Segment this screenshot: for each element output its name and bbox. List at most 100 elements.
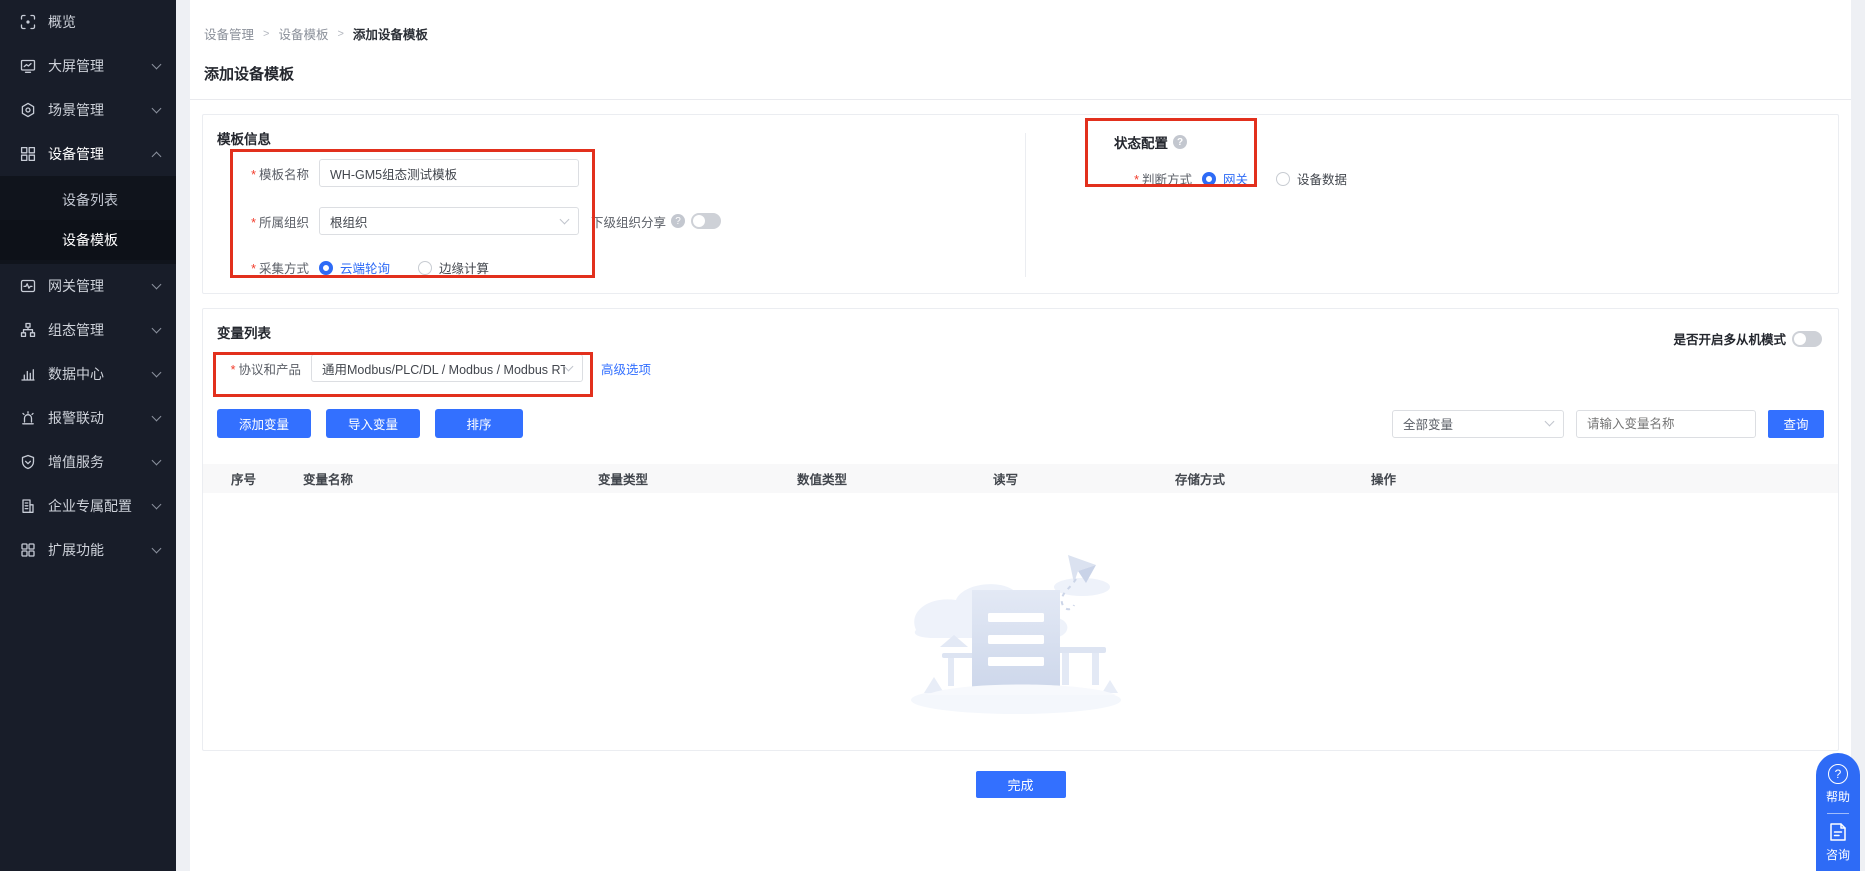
sidebar-item-scene[interactable]: 场景管理: [0, 88, 176, 132]
radio-cloud-polling[interactable]: [319, 261, 333, 275]
sidebar-item-configuration[interactable]: 组态管理: [0, 308, 176, 352]
judge-method-row: *判断方式 网关 设备数据: [1114, 169, 1838, 188]
organization-select[interactable]: 根组织: [319, 207, 579, 235]
sidebar-item-data-center[interactable]: 数据中心: [0, 352, 176, 396]
help-question-icon: ?: [1828, 764, 1848, 784]
alarm-icon: [20, 410, 36, 426]
chevron-down-icon: [152, 104, 162, 114]
column-header-read-write: 读写: [993, 469, 1175, 488]
sidebar-item-label: 网关管理: [48, 276, 153, 296]
help-label: 帮助: [1826, 788, 1850, 805]
column-header-operation: 操作: [1371, 469, 1838, 488]
variable-scope-select[interactable]: 全部变量: [1392, 410, 1564, 438]
template-info-heading: 模板信息: [217, 128, 1025, 148]
sidebar: 概览 大屏管理 场景管理 设备管理 设备列表: [0, 0, 176, 871]
chevron-down-icon: [560, 214, 570, 224]
collect-method-row: *采集方式 云端轮询 边缘计算: [217, 258, 1025, 277]
protocol-value: 通用Modbus/PLC/DL / Modbus / Modbus RT: [322, 359, 565, 378]
multi-slave-toggle[interactable]: [1792, 331, 1822, 347]
breadcrumb-device-management[interactable]: 设备管理: [204, 24, 254, 43]
column-header-storage: 存储方式: [1175, 469, 1371, 488]
radio-cloud-polling-label[interactable]: 云端轮询: [340, 258, 390, 277]
sidebar-item-overview[interactable]: 概览: [0, 0, 176, 44]
sidebar-item-extended[interactable]: 扩展功能: [0, 528, 176, 572]
title-divider: [190, 99, 1851, 100]
sidebar-item-enterprise[interactable]: 企业专属配置: [0, 484, 176, 528]
organization-row: *所属组织 根组织 下级组织分享 ?: [217, 207, 1025, 235]
template-name-input[interactable]: [319, 159, 579, 187]
sidebar-item-label: 企业专属配置: [48, 496, 153, 516]
variable-list-section: 变量列表 是否开启多从机模式 *协议和产品 通用Modbus/PLC/DL / …: [202, 308, 1839, 751]
required-marker: *: [1134, 173, 1139, 187]
variable-name-search-input[interactable]: [1576, 410, 1756, 438]
sidebar-item-device-list[interactable]: 设备列表: [0, 180, 176, 220]
chevron-down-icon: [152, 412, 162, 422]
radio-edge-computing-label[interactable]: 边缘计算: [439, 258, 489, 277]
chevron-down-icon: [152, 280, 162, 290]
sidebar-item-label: 扩展功能: [48, 540, 153, 560]
sidebar-item-label: 报警联动: [48, 408, 153, 428]
breadcrumb-device-template[interactable]: 设备模板: [278, 24, 328, 43]
sidebar-item-alarm[interactable]: 报警联动: [0, 396, 176, 440]
done-button[interactable]: 完成: [976, 771, 1066, 798]
chevron-down-icon: [152, 324, 162, 334]
template-name-label: *模板名称: [217, 164, 309, 183]
import-variable-button[interactable]: 导入变量: [326, 409, 420, 438]
multi-slave-label: 是否开启多从机模式: [1673, 329, 1786, 348]
help-question-icon[interactable]: ?: [1173, 135, 1187, 149]
gateway-icon: [20, 278, 36, 294]
status-config-column: 状态配置 ? *判断方式 网关 设备数据: [1026, 115, 1838, 293]
help-button[interactable]: ? 帮助: [1826, 764, 1850, 805]
consult-label: 咨询: [1826, 846, 1850, 863]
protocol-select[interactable]: 通用Modbus/PLC/DL / Modbus / Modbus RT: [311, 354, 583, 382]
content-card: 设备管理 > 设备模板 > 添加设备模板 添加设备模板 模板信息 *模板名称: [190, 0, 1851, 871]
column-header-type: 变量类型: [598, 469, 797, 488]
app-root: 概览 大屏管理 场景管理 设备管理 设备列表: [0, 0, 1865, 871]
search-button[interactable]: 查询: [1768, 410, 1824, 438]
radio-gateway-label[interactable]: 网关: [1223, 169, 1248, 188]
sidebar-item-label: 场景管理: [48, 100, 153, 120]
sub-item-label: 设备模板: [62, 230, 118, 250]
radio-gateway[interactable]: [1202, 172, 1216, 186]
toggle-knob: [693, 215, 705, 227]
configuration-icon: [20, 322, 36, 338]
variable-list-heading: 变量列表: [217, 322, 1824, 342]
required-marker: *: [251, 216, 256, 230]
sub-org-share-toggle[interactable]: [691, 213, 721, 229]
organization-value: 根组织: [330, 212, 561, 231]
sidebar-item-label: 组态管理: [48, 320, 153, 340]
breadcrumb-separator: >: [337, 28, 343, 40]
add-variable-button[interactable]: 添加变量: [217, 409, 311, 438]
advanced-options-link[interactable]: 高级选项: [601, 359, 651, 378]
sidebar-item-value-added[interactable]: 增值服务: [0, 440, 176, 484]
status-config-heading: 状态配置 ?: [1114, 132, 1838, 152]
sort-button[interactable]: 排序: [435, 409, 523, 438]
sidebar-item-gateway[interactable]: 网关管理: [0, 264, 176, 308]
breadcrumb: 设备管理 > 设备模板 > 添加设备模板: [190, 0, 1851, 43]
sidebar-item-device-template[interactable]: 设备模板: [0, 220, 176, 260]
consult-button[interactable]: 咨询: [1826, 822, 1850, 863]
scene-icon: [20, 102, 36, 118]
radio-edge-computing[interactable]: [418, 261, 432, 275]
chevron-down-icon: [1545, 417, 1555, 427]
sub-item-label: 设备列表: [62, 190, 118, 210]
footer: 完成: [190, 771, 1851, 798]
template-info-column: 模板信息 *模板名称 *所属组织 根组织: [203, 115, 1025, 293]
breadcrumb-current: 添加设备模板: [353, 24, 428, 43]
empty-state: [217, 535, 1824, 720]
variable-scope-value: 全部变量: [1403, 414, 1546, 433]
radio-device-data-label[interactable]: 设备数据: [1297, 169, 1347, 188]
enterprise-icon: [20, 498, 36, 514]
sidebar-item-big-screen[interactable]: 大屏管理: [0, 44, 176, 88]
sub-org-share-group: 下级组织分享 ?: [591, 212, 721, 231]
radio-device-data[interactable]: [1276, 172, 1290, 186]
page-title: 添加设备模板: [204, 63, 1851, 84]
toggle-knob: [1794, 333, 1806, 345]
sidebar-item-device[interactable]: 设备管理: [0, 132, 176, 176]
data-center-icon: [20, 366, 36, 382]
help-question-icon[interactable]: ?: [671, 214, 685, 228]
required-marker: *: [251, 262, 256, 276]
column-header-value-type: 数值类型: [797, 469, 993, 488]
device-submenu: 设备列表 设备模板: [0, 176, 176, 264]
big-screen-icon: [20, 58, 36, 74]
